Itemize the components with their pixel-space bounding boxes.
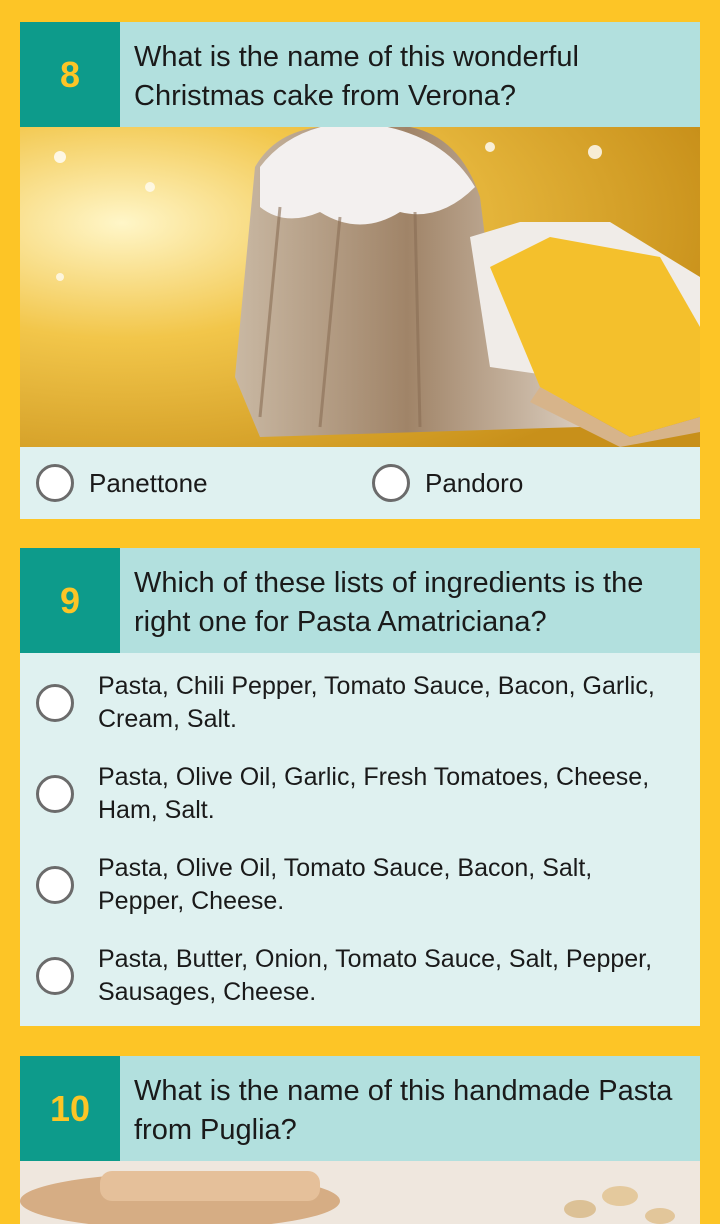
question-header: 10 What is the name of this handmade Pas… bbox=[20, 1056, 700, 1161]
radio-button[interactable] bbox=[36, 774, 74, 813]
question-header: 9 Which of these lists of ingredients is… bbox=[20, 548, 700, 653]
answer-option-3[interactable]: Pasta, Olive Oil, Tomato Sauce, Bacon, S… bbox=[20, 839, 700, 930]
answer-option-pandoro[interactable]: Pandoro bbox=[356, 464, 692, 502]
question-text: Which of these lists of ingredients is t… bbox=[134, 567, 644, 638]
radio-button[interactable] bbox=[36, 683, 74, 722]
question-number: 9 bbox=[20, 548, 120, 653]
answer-label: Panettone bbox=[89, 467, 208, 498]
question-number: 10 bbox=[20, 1056, 120, 1161]
handmade-pasta-image bbox=[20, 1161, 700, 1224]
question-header: 8 What is the name of this wonderful Chr… bbox=[20, 22, 700, 127]
question-text: What is the name of this wonderful Chris… bbox=[134, 41, 579, 112]
radio-button[interactable] bbox=[36, 464, 74, 502]
answer-option-panettone[interactable]: Panettone bbox=[20, 464, 356, 502]
answer-option-2[interactable]: Pasta, Olive Oil, Garlic, Fresh Tomatoes… bbox=[20, 748, 700, 839]
answer-options: Pasta, Chili Pepper, Tomato Sauce, Bacon… bbox=[20, 653, 700, 1021]
question-number: 8 bbox=[20, 22, 120, 127]
answer-options: Panettone Pandoro bbox=[20, 447, 700, 519]
question-text: What is the name of this handmade Pasta … bbox=[134, 1075, 673, 1146]
answer-label: Pandoro bbox=[425, 467, 524, 498]
radio-button[interactable] bbox=[372, 464, 410, 502]
question-card-8: 8 What is the name of this wonderful Chr… bbox=[20, 22, 700, 519]
question-card-10: 10 What is the name of this handmade Pas… bbox=[20, 1056, 700, 1224]
answer-label: Pasta, Chili Pepper, Tomato Sauce, Bacon… bbox=[98, 671, 655, 733]
pandoro-cake-image bbox=[20, 127, 700, 447]
answer-label: Pasta, Butter, Onion, Tomato Sauce, Salt… bbox=[98, 944, 653, 1006]
radio-button[interactable] bbox=[36, 956, 74, 995]
radio-button[interactable] bbox=[36, 865, 74, 904]
answer-option-1[interactable]: Pasta, Chili Pepper, Tomato Sauce, Bacon… bbox=[20, 657, 700, 748]
question-card-9: 9 Which of these lists of ingredients is… bbox=[20, 548, 700, 1026]
answer-option-4[interactable]: Pasta, Butter, Onion, Tomato Sauce, Salt… bbox=[20, 930, 700, 1021]
answer-label: Pasta, Olive Oil, Garlic, Fresh Tomatoes… bbox=[98, 762, 650, 824]
answer-label: Pasta, Olive Oil, Tomato Sauce, Bacon, S… bbox=[98, 853, 593, 915]
